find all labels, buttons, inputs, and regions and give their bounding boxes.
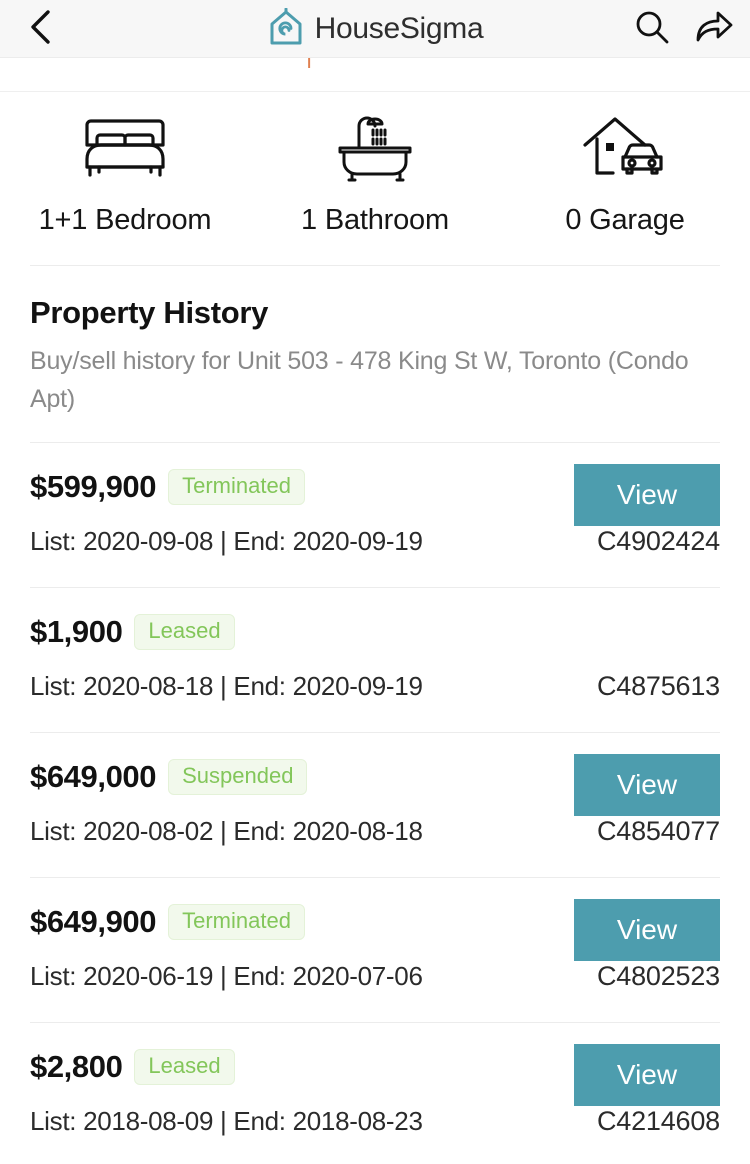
share-button[interactable] (688, 4, 740, 54)
mls-number: C4854077 (596, 816, 720, 846)
housesigma-logo-icon (267, 7, 305, 48)
listing-price: $649,900 (30, 904, 157, 939)
listing-summary: $1,900 Leased (30, 614, 235, 650)
table-row: $1,900 Leased List: 2020-08-18 | End: 2020… (30, 587, 720, 732)
page-title: Property History (30, 295, 269, 330)
status-badge: Terminated (168, 469, 305, 505)
property-history-header: Property History Buy/sell history for Un… (30, 292, 722, 418)
feature-garage: 0 Garage (500, 94, 750, 264)
listing-price: $599,900 (30, 469, 157, 504)
mls-number: C4875613 (596, 671, 720, 701)
status-badge: Leased (134, 614, 235, 650)
brand-name: HouseSigma (314, 12, 484, 45)
scrolled-content-sliver: · | - - (0, 58, 750, 92)
sliver-mark: - (640, 58, 648, 70)
feature-bedroom: 1+1 Bedroom (0, 94, 250, 264)
mls-number: C4802523 (596, 961, 720, 991)
bed-icon (79, 112, 171, 184)
feature-bathroom-label: 1 Bathroom (301, 204, 449, 236)
app-screen: HouseSigma · | (0, 0, 750, 1164)
table-row: $649,000 Suspended List: 2020-08-02 | End:… (30, 732, 720, 877)
sliver-mark: | (306, 58, 312, 70)
listing-summary: $599,900 Terminated (30, 469, 305, 505)
listing-dates: List: 2020-09-08 | End: 2020-09-19 (30, 526, 423, 556)
app-header: HouseSigma (0, 0, 750, 58)
status-badge: Terminated (168, 904, 305, 940)
status-badge: Leased (134, 1049, 235, 1085)
search-button[interactable] (626, 4, 678, 54)
view-button[interactable]: View (574, 464, 720, 526)
sliver-mark: - (688, 58, 696, 70)
search-icon (634, 9, 670, 50)
table-row: $599,900 Terminated List: 2020-09-08 | End… (30, 442, 720, 587)
property-features: 1+1 Bedroom 1 Bathroom 0 Garage (0, 94, 750, 264)
listing-dates: List: 2020-08-02 | End: 2020-08-18 (30, 816, 423, 846)
sliver-divider (0, 91, 750, 92)
feature-bedroom-label: 1+1 Bedroom (38, 204, 212, 236)
listing-summary: $649,000 Suspended (30, 759, 308, 795)
table-row: $649,900 Terminated List: 2020-06-19 | End… (30, 877, 720, 1022)
share-arrow-icon (694, 9, 734, 50)
table-row: $2,800 Leased List: 2018-08-09 | End: 2018… (30, 1022, 720, 1164)
property-history-list: $599,900 Terminated List: 2020-09-08 | End… (0, 442, 750, 1164)
view-button[interactable]: View (574, 754, 720, 816)
listing-summary: $2,800 Leased (30, 1049, 235, 1085)
listing-price: $1,900 (30, 614, 123, 649)
status-badge: Suspended (168, 759, 308, 795)
mls-number: C4214608 (596, 1106, 720, 1136)
sliver-mark: · (268, 58, 276, 70)
listing-dates: List: 2020-08-18 | End: 2020-09-19 (30, 671, 423, 701)
garage-icon (579, 112, 671, 184)
listing-price: $2,800 (30, 1049, 123, 1084)
header-actions (626, 0, 740, 58)
listing-summary: $649,900 Terminated (30, 904, 305, 940)
back-button[interactable] (14, 4, 66, 54)
mls-number: C4902424 (596, 526, 720, 556)
feature-bathroom: 1 Bathroom (250, 94, 500, 264)
bathtub-icon (332, 112, 418, 184)
listing-dates: List: 2020-06-19 | End: 2020-07-06 (30, 961, 423, 991)
page-subtitle: Buy/sell history for Unit 503 - 478 King… (30, 347, 689, 413)
listing-dates: List: 2018-08-09 | End: 2018-08-23 (30, 1106, 423, 1136)
view-button[interactable]: View (574, 899, 720, 961)
listing-price: $649,000 (30, 759, 157, 794)
feature-garage-label: 0 Garage (565, 204, 685, 236)
section-divider (30, 265, 720, 266)
view-button[interactable]: View (574, 1044, 720, 1106)
chevron-left-icon (29, 9, 51, 50)
